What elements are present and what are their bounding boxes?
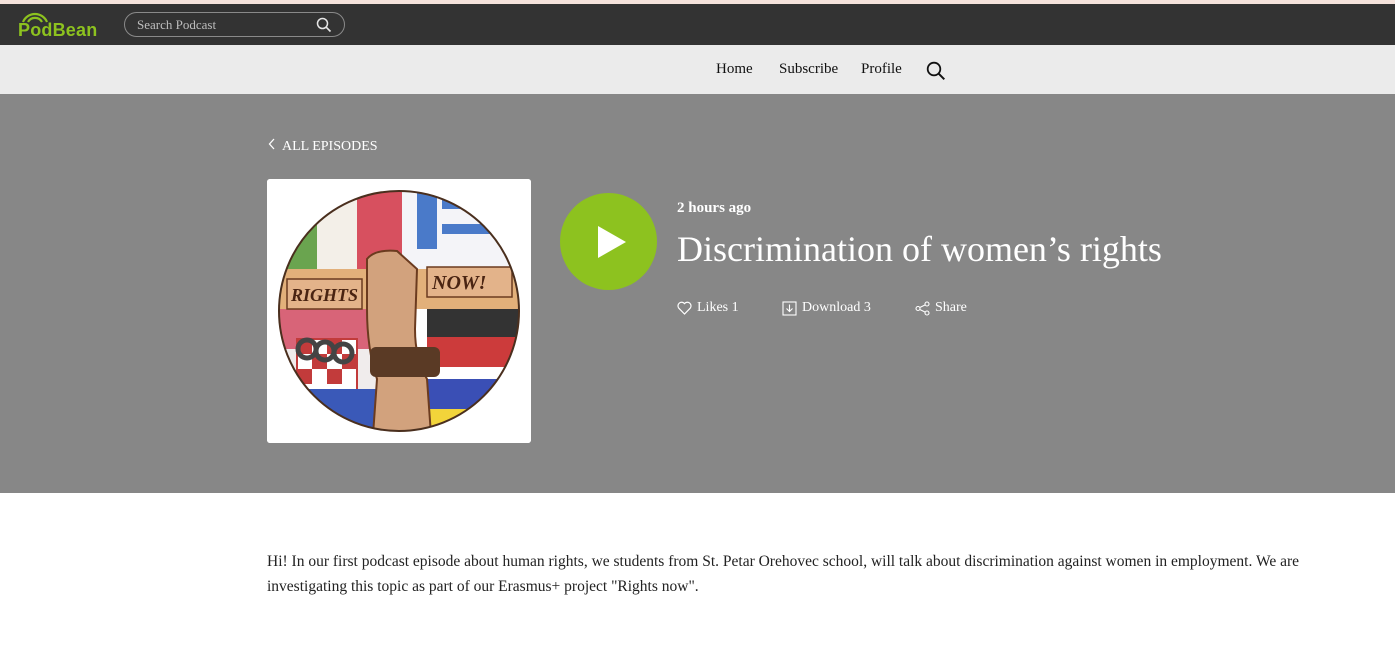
share-label: Share <box>935 300 967 315</box>
logo-text: PodBean <box>18 20 98 40</box>
episode-hero: ALL EPISODES RIGHTS NOW! 2 hours ago Dis… <box>0 94 1395 493</box>
share-icon <box>915 300 930 316</box>
cover-text-now: NOW! <box>431 272 486 294</box>
download-count: Download 3 <box>802 300 871 315</box>
cover-text-rights: RIGHTS <box>290 285 358 305</box>
search-icon[interactable] <box>316 17 332 33</box>
likes-count: Likes 1 <box>697 300 739 315</box>
share-button[interactable]: Share <box>915 300 967 316</box>
like-button[interactable]: Likes 1 <box>677 300 739 316</box>
download-icon <box>782 300 797 316</box>
all-episodes-label: ALL EPISODES <box>282 139 378 154</box>
cover-artwork: RIGHTS NOW! <box>267 179 531 443</box>
play-icon <box>598 226 626 258</box>
episode-description: Hi! In our first podcast episode about h… <box>267 553 1300 595</box>
search-podcast-box[interactable] <box>124 12 345 37</box>
nav-profile-link[interactable]: Profile <box>861 61 902 78</box>
heart-icon <box>677 301 692 315</box>
search-icon[interactable] <box>926 61 946 81</box>
main-nav: Home Subscribe Profile <box>0 45 1395 94</box>
nav-home-link[interactable]: Home <box>716 61 753 78</box>
chevron-left-icon <box>268 138 282 155</box>
all-episodes-link[interactable]: ALL EPISODES <box>268 138 378 155</box>
published-time: 2 hours ago <box>677 200 752 216</box>
download-button[interactable]: Download 3 <box>782 300 871 316</box>
play-button[interactable] <box>560 193 657 290</box>
episode-cover-image: RIGHTS NOW! <box>267 179 531 443</box>
top-header: PodBean <box>0 4 1395 45</box>
podbean-logo[interactable]: PodBean <box>18 8 102 42</box>
search-podcast-input[interactable] <box>137 16 307 33</box>
episode-title: Discrimination of women’s rights <box>677 229 1162 269</box>
nav-subscribe-link[interactable]: Subscribe <box>779 61 838 78</box>
